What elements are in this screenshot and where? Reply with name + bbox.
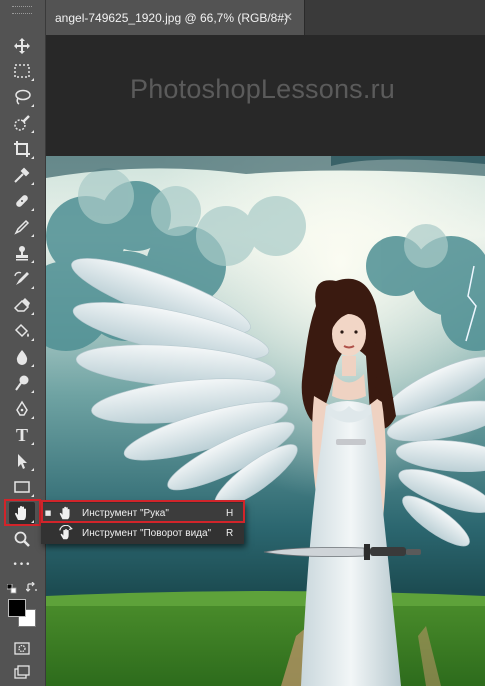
blur-tool[interactable]	[9, 346, 35, 368]
bucket-icon	[14, 323, 29, 338]
document-canvas[interactable]	[46, 156, 485, 686]
zoom-tool[interactable]	[9, 528, 35, 550]
crop-tool[interactable]	[9, 138, 35, 160]
paint-bucket-tool[interactable]	[9, 320, 35, 342]
quick-mask-icon	[14, 642, 30, 655]
foreground-color-swatch[interactable]	[8, 599, 26, 617]
watermark-text: PhotoshopLessons.ru	[130, 74, 395, 104]
stamp-icon	[16, 246, 28, 261]
quick-select-icon	[14, 115, 30, 131]
rotate-view-icon	[55, 525, 77, 541]
swap-colors-icon[interactable]	[26, 582, 37, 593]
eraser-tool[interactable]	[9, 294, 35, 316]
panel-grip[interactable]	[12, 6, 32, 14]
tools-panel: T •••	[0, 0, 46, 686]
path-select-tool[interactable]	[9, 450, 35, 472]
dodge-tool[interactable]	[9, 372, 35, 394]
menu-item-rotate-view-tool[interactable]: Инструмент "Поворот вида" R	[41, 523, 244, 543]
rectangle-icon	[14, 481, 30, 493]
arrow-icon	[18, 454, 27, 469]
hand-tool-highlight	[4, 499, 41, 526]
document-tab-title: angel-749625_1920.jpg @ 66,7% (RGB/8#)	[55, 10, 289, 25]
rect-marquee-icon	[14, 64, 30, 78]
history-brush-icon	[14, 271, 29, 285]
screen-mode-icon	[14, 665, 30, 679]
crop-icon	[14, 141, 30, 157]
zoom-icon	[14, 531, 30, 547]
shape-tool[interactable]	[9, 476, 35, 498]
edit-toolbar[interactable]: •••	[9, 554, 35, 576]
close-icon[interactable]: ✕	[281, 10, 295, 24]
angel-photo	[46, 156, 485, 686]
screen-mode-button[interactable]	[9, 662, 35, 684]
eyedropper-icon	[14, 167, 30, 183]
stamp-tool[interactable]	[9, 242, 35, 264]
bandage-icon	[16, 195, 28, 207]
default-colors-icon[interactable]	[7, 584, 17, 594]
hand-menu-item-highlight	[41, 500, 245, 523]
marquee-tool[interactable]	[9, 60, 35, 82]
quick-mask-button[interactable]	[9, 637, 35, 659]
history-brush-tool[interactable]	[9, 268, 35, 290]
move-icon	[14, 38, 30, 54]
brush-icon	[14, 219, 30, 235]
pen-tool[interactable]	[9, 398, 35, 420]
type-icon: T	[15, 424, 28, 445]
brush-tool[interactable]	[9, 216, 35, 238]
type-tool[interactable]: T	[9, 424, 35, 446]
lasso-icon	[15, 89, 31, 105]
dodge-icon	[15, 375, 29, 391]
more-icon: •••	[12, 560, 32, 570]
eraser-icon	[13, 298, 30, 312]
pasteboard: PhotoshopLessons.ru	[46, 35, 485, 156]
document-tab[interactable]: angel-749625_1920.jpg @ 66,7% (RGB/8#) ✕	[46, 0, 305, 35]
eyedropper-tool[interactable]	[9, 164, 35, 186]
lasso-tool[interactable]	[9, 86, 35, 108]
move-tool[interactable]	[9, 35, 35, 57]
menu-item-shortcut: R	[226, 527, 234, 539]
healing-tool[interactable]	[9, 190, 35, 212]
drop-icon	[16, 350, 28, 365]
document-tab-bar: angel-749625_1920.jpg @ 66,7% (RGB/8#) ✕	[46, 0, 485, 35]
quick-select-tool[interactable]	[9, 112, 35, 134]
pen-icon	[16, 400, 28, 416]
menu-item-label: Инструмент "Поворот вида"	[82, 527, 212, 539]
